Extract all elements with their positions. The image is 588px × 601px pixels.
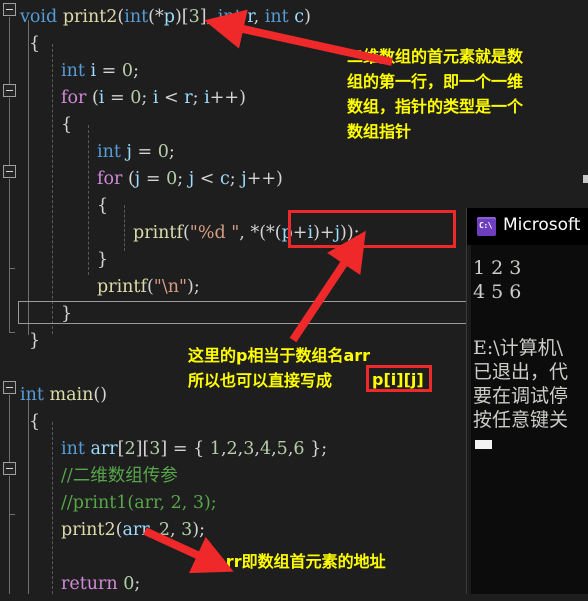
console-titlebar[interactable]: C:\ Microsoft xyxy=(467,208,588,245)
code-line-11: printf("\n"); xyxy=(97,277,200,297)
code-line-10: } xyxy=(97,250,109,270)
console-window[interactable]: C:\ Microsoft 1 2 3 4 5 6 E:\计算机\ 已退出，代 … xyxy=(466,208,588,594)
fold-marker-region-main-body[interactable] xyxy=(3,462,16,475)
fold-line-for-outer xyxy=(9,98,10,166)
code-line-9: printf("%d ", *(*(p+i)+j)); xyxy=(133,223,360,243)
fold-line-print2 xyxy=(9,17,10,85)
fold-line-for-inner xyxy=(9,179,10,268)
fold-line-main-body xyxy=(9,476,10,514)
annotation-array-pointer: 二维数组的首元素就是数 组的第一行，即一个一维 数组，指针的类型是一个 数组指针 xyxy=(347,47,524,141)
console-output-line-1: 1 2 3 xyxy=(473,257,522,279)
command-prompt-icon-glyph: C:\ xyxy=(479,221,492,230)
console-output-line-4: E:\计算机\ xyxy=(473,337,564,359)
fold-line-main xyxy=(9,395,10,462)
console-output-line-7: 按任意键关 xyxy=(473,409,569,431)
annotation-pij: p[i][j] xyxy=(372,370,424,389)
fold-gutter[interactable] xyxy=(0,0,20,594)
code-line-19: //print1(arr, 2, 3); xyxy=(61,493,217,513)
console-output-line-6: 要在调试停 xyxy=(473,385,569,407)
fold-line-print2-tail xyxy=(9,268,10,332)
code-line-22: return 0; xyxy=(61,574,141,594)
code-line-2: { xyxy=(29,34,41,54)
code-line-3: int i = 0; xyxy=(61,61,139,81)
code-line-16: { xyxy=(29,412,41,432)
code-line-8: { xyxy=(97,196,109,216)
console-output-line-5: 已退出，代 xyxy=(473,361,569,383)
code-line-18: //二维数组传参 xyxy=(61,466,178,486)
console-left-edge xyxy=(467,208,471,594)
fold-marker-function-main[interactable] xyxy=(3,381,16,394)
code-line-1: void print2(int(*p)[3], int r, int c) xyxy=(20,7,311,27)
command-prompt-icon: C:\ xyxy=(477,217,496,236)
code-line-13: } xyxy=(29,331,41,351)
fold-line-main-tail xyxy=(9,514,10,594)
console-title-text: Microsoft xyxy=(503,215,581,235)
fold-marker-function-print2[interactable] xyxy=(3,3,16,16)
code-line-5: { xyxy=(61,115,73,135)
console-cursor xyxy=(475,440,492,449)
fold-marker-for-inner[interactable] xyxy=(3,165,16,178)
code-line-15: int main() xyxy=(20,385,108,405)
scrollbar-thumb[interactable] xyxy=(583,175,588,183)
annotation-arr-address: arr即数组首元素的地址 xyxy=(215,552,386,571)
code-line-6: int j = 0; xyxy=(97,142,175,162)
code-line-4: for (i = 0; i < r; i++) xyxy=(61,88,246,108)
fold-end-tick-print2 xyxy=(9,332,15,333)
code-line-17: int arr[2][3] = { 1,2,3,4,5,6 }; xyxy=(61,439,328,459)
code-line-7: for (j = 0; j < c; j++) xyxy=(97,169,283,189)
console-output-line-2: 4 5 6 xyxy=(473,281,522,303)
fold-marker-for-outer[interactable] xyxy=(3,84,16,97)
code-line-20: print2(arr, 2, 3); xyxy=(61,520,206,540)
